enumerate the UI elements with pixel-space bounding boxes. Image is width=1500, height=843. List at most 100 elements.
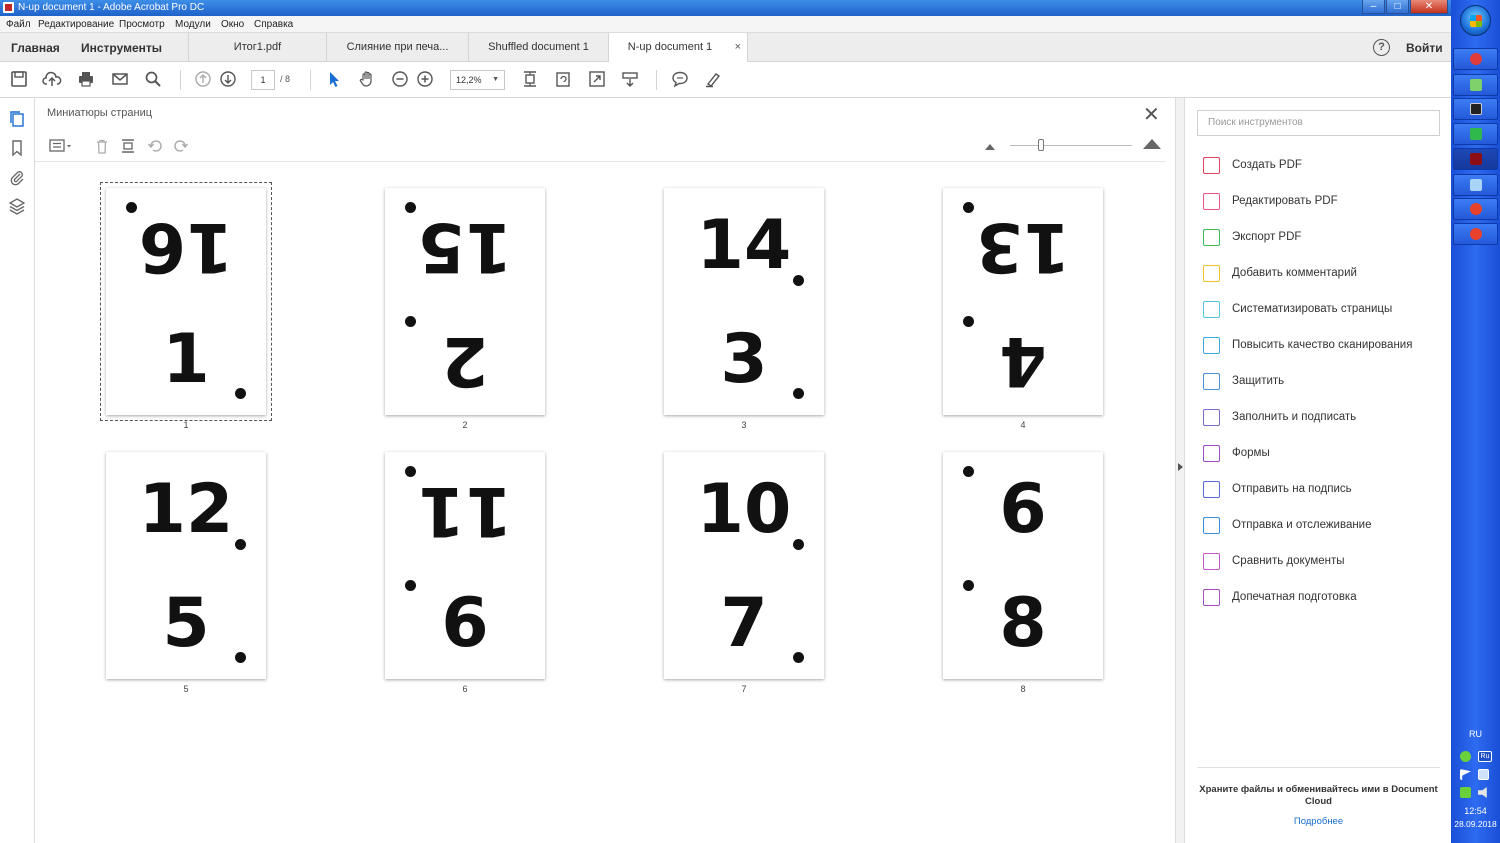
network-icon[interactable]	[1478, 769, 1489, 780]
page-number-input[interactable]: 1	[251, 70, 275, 90]
page-thumbnail[interactable]: 15 2	[385, 188, 545, 415]
zoom-level-select[interactable]: 12,2% ▼	[450, 70, 505, 90]
minimize-button[interactable]: –	[1362, 0, 1385, 14]
save-icon[interactable]	[9, 70, 29, 90]
tool-item[interactable]: Повысить качество сканирования	[1201, 335, 1441, 357]
insert-page-icon[interactable]	[119, 138, 137, 156]
search-icon[interactable]	[143, 70, 163, 90]
page-thumbnail[interactable]: 13 4	[943, 188, 1103, 415]
next-page-icon[interactable]	[218, 70, 238, 90]
menu-file[interactable]: Файл	[6, 19, 31, 30]
zoom-out-icon[interactable]	[390, 70, 410, 90]
menu-plugins[interactable]: Модули	[175, 19, 211, 30]
taskbar-acrobat[interactable]	[1453, 148, 1498, 170]
layers-icon[interactable]	[8, 197, 26, 215]
tool-item[interactable]: Отправить на подпись	[1201, 479, 1441, 501]
tool-item[interactable]: Заполнить и подписать	[1201, 407, 1441, 429]
tool-item[interactable]: Экспорт PDF	[1201, 227, 1441, 249]
nav-tools[interactable]: Инструменты	[81, 41, 162, 55]
hand-tool-icon[interactable]	[357, 70, 377, 90]
page-thumbnail[interactable]: 16 1	[100, 182, 272, 421]
taskbar-app-2[interactable]	[1453, 74, 1498, 96]
page-thumbnail[interactable]: 68	[943, 452, 1103, 679]
tab-close-icon[interactable]: ×	[735, 33, 741, 62]
rotate-right-icon[interactable]	[172, 138, 190, 156]
tab-merge[interactable]: Слияние при печа...	[326, 33, 468, 62]
full-screen-icon[interactable]	[587, 70, 607, 90]
tool-search-input[interactable]: Поиск инструментов	[1197, 110, 1440, 136]
tool-item[interactable]: Допечатная подготовка	[1201, 587, 1441, 609]
clock-time[interactable]: 12:54	[1451, 806, 1500, 816]
page-thumbnail[interactable]: 10 7	[664, 452, 824, 679]
menu-window[interactable]: Окно	[221, 19, 244, 30]
registration-dot	[126, 202, 137, 213]
nav-home[interactable]: Главная	[11, 41, 60, 55]
signin-link[interactable]: Войти	[1406, 41, 1443, 55]
options-menu-icon[interactable]	[49, 138, 73, 156]
taskbar-yandex-1[interactable]	[1453, 198, 1498, 220]
tool-item[interactable]: Добавить комментарий	[1201, 263, 1441, 285]
maximize-button[interactable]: □	[1386, 0, 1409, 14]
print-icon[interactable]	[76, 70, 96, 90]
clock-date[interactable]: 28.09.2018	[1451, 819, 1500, 829]
large-thumbnails-icon[interactable]	[1143, 139, 1161, 149]
menu-help[interactable]: Справка	[254, 19, 293, 30]
tool-item[interactable]: Создать PDF	[1201, 155, 1441, 177]
taskbar-yandex-2[interactable]	[1453, 223, 1498, 245]
menu-view[interactable]: Просмотр	[119, 19, 165, 30]
small-thumbnails-icon[interactable]	[985, 144, 995, 150]
delete-page-icon[interactable]	[93, 138, 111, 156]
tool-item[interactable]: Редактировать PDF	[1201, 191, 1441, 213]
page-number-label: 4	[1020, 420, 1026, 430]
slider-handle[interactable]	[1037, 139, 1044, 151]
tool-item[interactable]: Отправка и отслеживание	[1201, 515, 1441, 537]
page-thumbnail[interactable]: 12 5	[106, 452, 266, 679]
tool-item[interactable]: Систематизировать страницы	[1201, 299, 1441, 321]
bookmark-icon[interactable]	[8, 139, 26, 157]
attachment-icon[interactable]	[8, 168, 26, 186]
rotate-view-icon[interactable]	[553, 70, 573, 90]
tool-item[interactable]: Защитить	[1201, 371, 1441, 393]
email-icon[interactable]	[110, 70, 130, 90]
language-indicator[interactable]: RU	[1451, 729, 1500, 739]
keyboard-layout-icon[interactable]: Ru	[1478, 751, 1492, 762]
collapse-arrow-icon[interactable]	[1178, 463, 1183, 471]
chevron-down-icon: ▼	[492, 76, 499, 83]
taskbar-app-4[interactable]	[1453, 123, 1498, 145]
taskbar-app-3[interactable]	[1453, 98, 1498, 120]
page-thumbnails-icon[interactable]	[8, 110, 26, 128]
tab-itog1[interactable]: Итог1.pdf	[188, 33, 326, 62]
tool-item[interactable]: Формы	[1201, 443, 1441, 465]
upload-cloud-icon[interactable]	[42, 70, 62, 90]
zoom-in-icon[interactable]	[415, 70, 435, 90]
close-panel-icon[interactable]: ✕	[1143, 102, 1160, 127]
page-thumbnail[interactable]: 14 3	[664, 188, 824, 415]
volume-icon[interactable]	[1478, 787, 1487, 798]
previous-page-icon[interactable]	[193, 70, 213, 90]
comment-icon[interactable]	[670, 70, 690, 90]
tab-nup-document[interactable]: N-up document 1 ×	[608, 33, 748, 63]
pane-splitter[interactable]	[1175, 98, 1185, 843]
highlight-pen-icon[interactable]	[703, 70, 723, 90]
toolbar-separator	[656, 70, 657, 90]
close-window-button[interactable]: ✕	[1410, 0, 1448, 14]
taskbar-app-6[interactable]	[1453, 174, 1498, 196]
flag-icon[interactable]	[1460, 769, 1471, 780]
tool-item[interactable]: Сравнить документы	[1201, 551, 1441, 573]
tray-app-icon[interactable]	[1460, 787, 1471, 798]
start-button[interactable]	[1460, 5, 1491, 36]
page-total: / 8	[280, 74, 291, 84]
help-icon[interactable]: ?	[1373, 39, 1390, 56]
page-thumbnails-panel: Миниатюры страниц ✕ 16 1 1 15 2 2 14 3 3 13 4 4 12 5 5…	[35, 98, 1175, 843]
taskbar-app-1[interactable]	[1453, 48, 1498, 70]
learn-more-link[interactable]: Подробнее	[1197, 816, 1440, 827]
tray-app-icon[interactable]	[1460, 751, 1471, 762]
rotate-left-icon[interactable]	[146, 138, 164, 156]
fit-page-icon[interactable]	[520, 70, 540, 90]
select-cursor-icon[interactable]	[324, 70, 344, 90]
scroll-mode-icon[interactable]	[620, 70, 640, 90]
thumbnail-size-slider[interactable]	[1010, 145, 1132, 146]
tab-shuffled[interactable]: Shuffled document 1	[468, 33, 608, 62]
menu-edit[interactable]: Редактирование	[38, 19, 114, 30]
page-thumbnail[interactable]: 11 6	[385, 452, 545, 679]
